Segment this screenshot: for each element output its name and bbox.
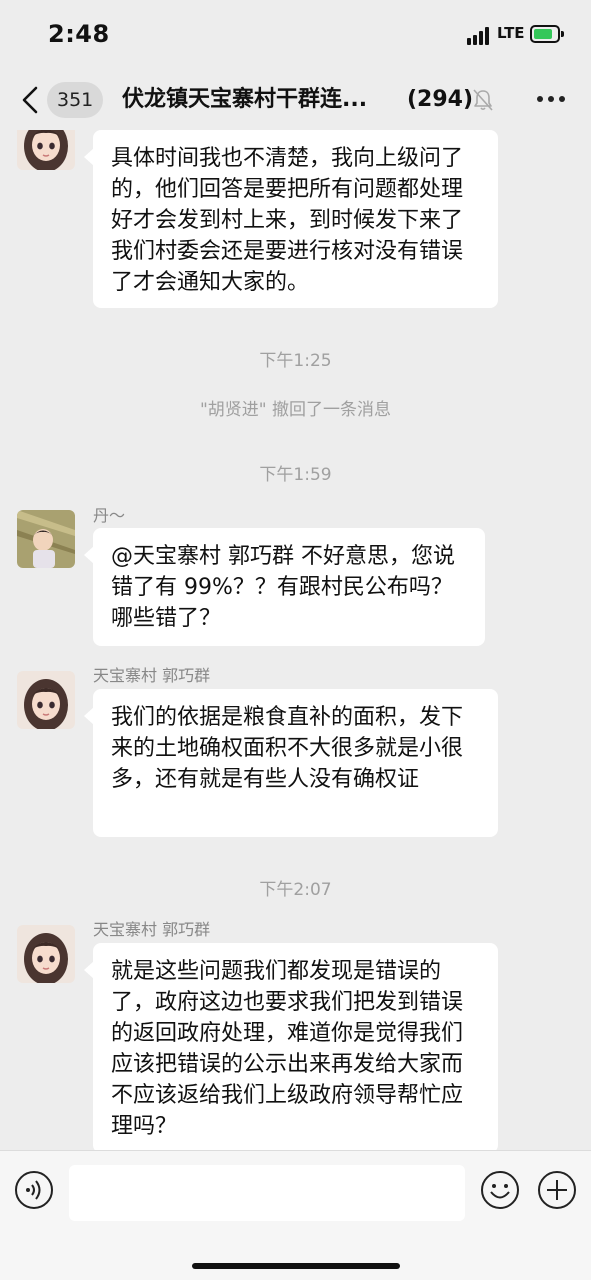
voice-input-icon[interactable] bbox=[14, 1170, 54, 1210]
timestamp: 下午1:25 bbox=[259, 351, 332, 371]
avatar-guo-qiaoqun[interactable] bbox=[17, 671, 75, 729]
home-indicator bbox=[192, 1263, 400, 1269]
avatar-guo-qiaoqun[interactable] bbox=[17, 130, 75, 170]
network-label: LTE bbox=[497, 24, 525, 42]
message-text: 就是这些问题我们都发现是错误的了，政府这边也要求我们把发到错误的返回政府处理，难… bbox=[111, 959, 464, 1139]
add-attachment-icon[interactable] bbox=[537, 1170, 577, 1210]
timestamp: 下午2:07 bbox=[259, 880, 332, 900]
battery-icon bbox=[530, 25, 560, 43]
emoji-icon[interactable] bbox=[480, 1170, 520, 1210]
recall-notice: "胡贤进" 撤回了一条消息 bbox=[199, 400, 392, 420]
message-bubble[interactable]: 具体时间我也不清楚，我向上级问了的，他们回答是要把所有问题都处理好才会发到村上来… bbox=[84, 130, 498, 308]
message-bubble[interactable]: 我们的依据是粮食直补的面积，发下来的土地确权面积不大很多就是小很多，还有就是有些… bbox=[84, 689, 498, 837]
message-bubble[interactable]: 就是这些问题我们都发现是错误的了，政府这边也要求我们把发到错误的返回政府处理，难… bbox=[84, 943, 498, 1150]
sender-name: 天宝寨村 郭巧群 bbox=[93, 666, 211, 685]
sender-name: 丹～ bbox=[93, 506, 126, 525]
avatar-dan[interactable] bbox=[17, 510, 75, 568]
signal-icon bbox=[467, 27, 491, 45]
message-list: 具体时间我也不清楚，我向上级问了的，他们回答是要把所有问题都处理好才会发到村上来… bbox=[0, 130, 591, 1150]
battery-fill bbox=[534, 29, 552, 39]
input-bar bbox=[0, 1150, 591, 1280]
message-text: 具体时间我也不清楚，我向上级问了的，他们回答是要把所有问题都处理好才会发到村上来… bbox=[111, 146, 464, 295]
message-text: @天宝寨村 郭巧群 不好意思，您说错了有 99%？？有跟村民公布吗？哪些错了？ bbox=[111, 544, 455, 631]
sender-name: 天宝寨村 郭巧群 bbox=[93, 920, 211, 939]
avatar-guo-qiaoqun[interactable] bbox=[17, 925, 75, 983]
timestamp: 下午1:59 bbox=[259, 465, 332, 485]
status-bar: 2:48 LTE bbox=[0, 0, 591, 72]
mute-bell-icon bbox=[473, 89, 493, 111]
status-time: 2:48 bbox=[48, 20, 110, 48]
member-count[interactable]: (294) bbox=[407, 84, 473, 116]
message-bubble[interactable]: @天宝寨村 郭巧群 不好意思，您说错了有 99%？？有跟村民公布吗？哪些错了？ bbox=[84, 528, 485, 646]
battery-cap bbox=[561, 31, 564, 37]
back-chevron-icon[interactable] bbox=[16, 85, 46, 115]
unread-count-badge[interactable]: 351 bbox=[47, 82, 104, 118]
chat-title[interactable]: 伏龙镇天宝寨村干群连... bbox=[122, 84, 380, 116]
chat-header: 351 伏龙镇天宝寨村干群连... (294) bbox=[0, 72, 591, 130]
message-input[interactable] bbox=[69, 1165, 465, 1221]
message-text: 我们的依据是粮食直补的面积，发下来的土地确权面积不大很多就是小很多，还有就是有些… bbox=[111, 705, 464, 792]
more-options-icon[interactable] bbox=[537, 96, 565, 104]
